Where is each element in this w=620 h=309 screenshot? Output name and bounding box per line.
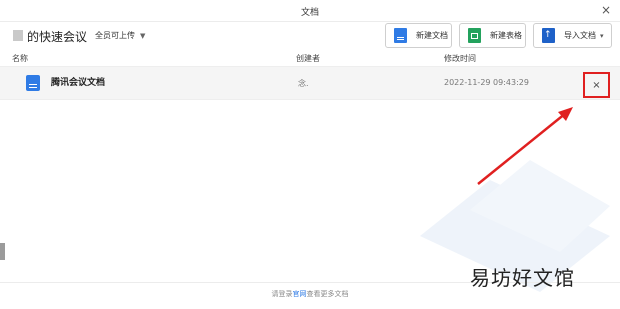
new-sheet-label: 新建表格 (490, 31, 522, 40)
column-creator: 创建者 (296, 54, 320, 63)
column-name: 名称 (12, 54, 28, 63)
window-title: 文档 (300, 8, 319, 18)
upload-icon: ↑ (542, 28, 555, 43)
table-header: 名称 创建者 修改时间 (0, 50, 620, 66)
meeting-title: 的快速会议 (27, 30, 88, 44)
resize-handle[interactable] (0, 243, 5, 260)
official-site-link[interactable]: 官网 (293, 290, 307, 298)
header: 的快速会议 全员可上传 ▼ 新建文档 新建表格 ↑ 导入文档 ▾ (0, 22, 620, 50)
import-doc-button[interactable]: ↑ 导入文档 ▾ (533, 23, 612, 48)
file-modified-time: 2022-11-29 09:43:29 (444, 78, 529, 87)
spreadsheet-icon (468, 28, 481, 43)
chevron-down-icon: ▾ (600, 31, 604, 40)
permission-dropdown[interactable]: 全员可上传 ▼ (95, 30, 145, 41)
permission-label: 全员可上传 (95, 31, 135, 40)
title-bar: 文档 × (0, 0, 620, 22)
avatar (13, 30, 23, 41)
footer-prefix: 请登录 (271, 290, 293, 298)
new-sheet-button[interactable]: 新建表格 (459, 23, 526, 48)
chevron-down-icon: ▼ (140, 32, 146, 40)
new-doc-button[interactable]: 新建文档 (385, 23, 452, 48)
new-doc-label: 新建文档 (416, 31, 448, 40)
column-modified: 修改时间 (444, 54, 476, 63)
footer-suffix: 查看更多文档 (306, 290, 349, 298)
table-row[interactable]: 腾讯会议文档 念. 2022-11-29 09:43:29 × (0, 66, 620, 100)
watermark: 易坊好文馆 (470, 266, 575, 290)
document-icon (394, 28, 407, 43)
close-icon[interactable]: × (601, 3, 611, 17)
import-doc-label: 导入文档 (564, 31, 596, 40)
file-name[interactable]: 腾讯会议文档 (51, 75, 105, 88)
document-icon (26, 75, 40, 91)
file-creator: 念. (298, 79, 309, 88)
delete-icon[interactable]: × (583, 72, 610, 98)
